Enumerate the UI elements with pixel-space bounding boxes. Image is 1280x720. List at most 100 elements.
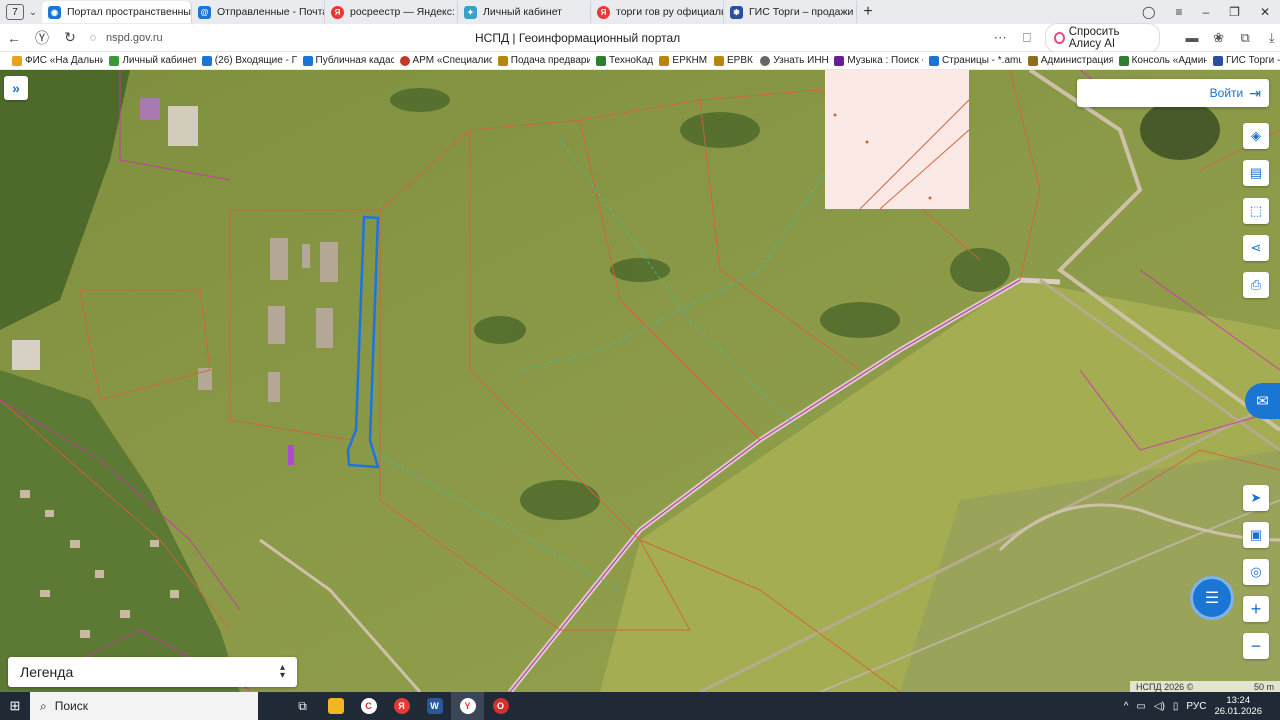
bookmark-label: АРМ «Специалис [412,55,492,66]
site-info-icon[interactable]: ◌ [84,32,102,44]
collections-icon[interactable]: ⧉ [1237,30,1254,46]
zoom-in-button[interactable]: + [1243,596,1269,622]
bookmark-item[interactable]: Публичная кадас [299,55,394,66]
tab-list-chevron-icon[interactable]: ⌄ [24,7,42,18]
reload-icon[interactable]: ↻ [56,29,84,46]
alice-icon [1054,31,1065,44]
minimize-button[interactable]: – [1202,5,1209,19]
browser-tab-yandex-search[interactable]: Я росреестр — Яндекс: наш [325,1,458,23]
bookmark-item[interactable]: Администрация [1024,55,1113,66]
login-button[interactable]: Войти ⇥ [1077,79,1269,107]
bookmark-item[interactable]: (26) Входящие - П [198,55,297,66]
tab-count-badge[interactable]: 7 [6,4,24,20]
bookmark-icon[interactable]: ⎕ [1019,30,1036,46]
bookmark-item[interactable]: ТехноКад [592,55,653,66]
minimap-button[interactable]: ▣ [1243,522,1269,548]
login-icon: ⇥ [1249,84,1261,101]
opera-icon: O [492,698,509,714]
bookmark-label: Публичная кадас [315,55,394,66]
taskbar-search[interactable]: ⌕ Поиск [30,692,258,720]
bookmark-item[interactable]: ЕРВК [710,55,754,66]
measure-button[interactable]: ▤ [1243,160,1269,186]
yandex-browser-icon: Y [459,698,476,714]
tab-title: Портал пространственны [67,6,191,18]
word-button[interactable]: W [418,692,451,720]
bookmark-item[interactable]: Консоль «Админ [1115,55,1207,66]
extension-icon[interactable]: ❀ [1210,30,1227,46]
copyright-label: НСПД 2026 © [1136,681,1194,692]
search-location-button[interactable]: ◎ [1243,559,1269,585]
speaker-icon[interactable]: ◁) [1154,701,1165,712]
messages-button[interactable]: ☰ [1190,576,1234,620]
browser-tab-torgi-search[interactable]: Я торги гов ру официальн [591,1,724,23]
bookmark-label: Музыка : Поиск - [847,55,923,66]
bookmark-item[interactable]: Подача предвари [494,55,590,66]
bookmark-item[interactable]: ФИС «На Дальни [8,55,103,66]
bookmark-icon [659,55,670,66]
bookmark-icon [1212,55,1223,66]
url-field[interactable]: nspd.gov.ru [106,32,163,44]
battery-icon[interactable]: ▯ [1173,701,1179,712]
tab-title: Отправленные - Почта М [217,6,324,18]
back-icon[interactable]: ← [0,30,28,46]
bookmark-label: ТехноКад [608,55,654,66]
restore-button[interactable]: ❐ [1229,5,1240,19]
clock[interactable]: 13:24 26.01.2026 [1214,695,1262,717]
app-button[interactable]: C [352,692,385,720]
menu-icon[interactable]: ≡ [1175,5,1182,19]
new-tab-button[interactable]: + [857,3,879,21]
layers-button[interactable]: ◈ [1243,123,1269,149]
browser-tab-nspd[interactable]: ◉ Портал пространственны [42,1,192,23]
yandex-browser-button[interactable]: Y [451,692,484,720]
time-label: 13:24 [1226,695,1251,706]
share-button[interactable]: ⋖ [1243,235,1269,261]
download-icon[interactable]: ⤓ [1263,30,1280,46]
task-view-button[interactable]: ⧉ [286,692,319,720]
bookmark-item[interactable]: АРМ «Специалис [396,55,492,66]
more-icon[interactable]: ⋯ [992,30,1009,46]
ask-alice-button[interactable]: Спросить Алису AI [1045,22,1160,53]
yandex-id-icon[interactable]: Ⓨ [28,28,56,48]
opera-button[interactable]: O [484,692,517,720]
browser-tab-gis-torgi[interactable]: ✱ ГИС Торги – продажи гос [724,1,857,23]
bookmark-label: ГИС Торги - [1225,55,1280,66]
geolocation-button[interactable]: ➤ [1243,485,1269,511]
bookmark-label: Подача предвари [510,55,590,66]
select-area-button[interactable]: ⬚ [1243,198,1269,224]
map-viewport[interactable]: » Войти ⇥ ◈ ▤ ⬚ ⋖ ⎙ ✉ ➤ ▣ ◎ ☰ + − Легенд… [0,70,1280,692]
satellite-map[interactable] [0,70,1280,692]
profile-icon[interactable]: ◯ [1142,5,1155,19]
tray-chevron-icon[interactable]: ^ [1124,701,1129,712]
close-window-button[interactable]: ✕ [1260,5,1270,19]
browser-tab-cabinet[interactable]: ✦ Личный кабинет [458,1,591,23]
yandex-app-button[interactable]: Я [385,692,418,720]
layers-icon: ◈ [1251,128,1261,143]
language-indicator[interactable]: РУС [1186,701,1206,712]
expand-panel-button[interactable]: » [4,76,28,100]
browser-tab-mail[interactable]: @ Отправленные - Почта М [192,1,325,23]
support-chat-button[interactable]: ✉ [1245,383,1280,419]
start-button[interactable]: ⊞ [0,698,30,714]
cabinet-icon: ✦ [464,5,477,19]
network-icon[interactable]: ▭ [1136,701,1145,712]
mail-icon: @ [198,5,211,19]
bookmark-icon [201,55,212,66]
extension-icon[interactable]: ▬ [1184,30,1201,45]
search-icon: ⌕ [40,698,47,713]
expand-collapse-icon: ▴ ▾ [279,662,285,681]
bookmark-item[interactable]: ЕРКНМ [655,55,708,66]
bookmark-item[interactable]: Узнать ИНН [756,55,828,66]
explorer-button[interactable] [319,692,352,720]
bookmark-item[interactable]: ГИС Торги - [1209,55,1280,66]
print-button[interactable]: ⎙ [1243,272,1269,298]
zoom-out-button[interactable]: − [1243,633,1269,659]
parcel-point [928,196,932,200]
bookmark-item[interactable]: Личный кабинет [105,55,196,66]
legend-panel[interactable]: Легенда ▴ ▾ [8,657,297,687]
bookmark-icon [1118,55,1129,66]
bookmark-item[interactable]: Страницы - *.amu [925,55,1022,66]
folder-icon [327,698,344,714]
bookmark-item[interactable]: Музыка : Поиск - [830,55,923,66]
bookmark-icon [12,55,22,66]
select-area-icon: ⬚ [1249,203,1263,218]
